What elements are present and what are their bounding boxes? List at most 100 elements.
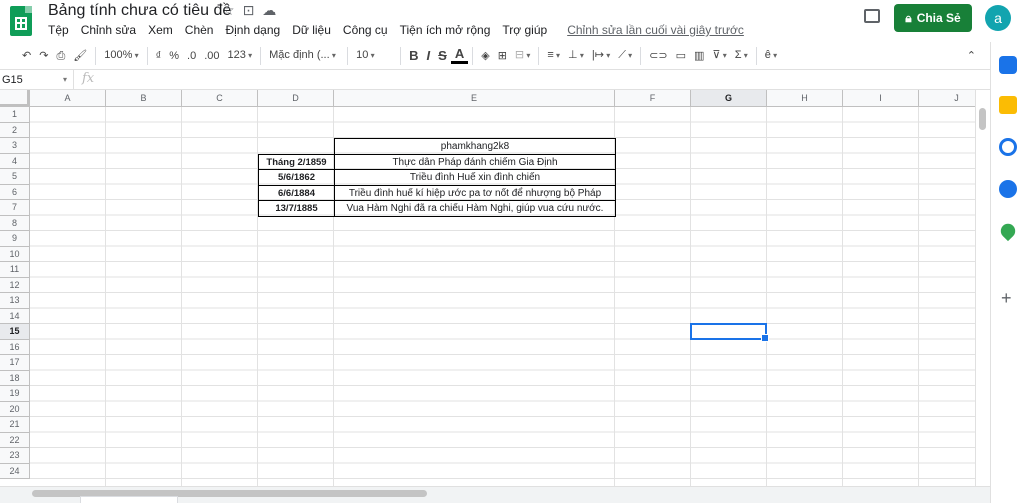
text-rotation-icon[interactable]: ⟋ (614, 45, 636, 66)
document-title[interactable]: Bảng tính chưa có tiêu đề (48, 2, 231, 20)
row-header-21[interactable]: 21 (0, 417, 30, 433)
menu-item[interactable]: Tiện ích mở rộng (394, 22, 497, 38)
font-size-select[interactable]: 10 (352, 45, 396, 66)
column-header-d[interactable]: D (258, 90, 334, 107)
menu-item[interactable]: Chèn (179, 22, 220, 38)
menu-item[interactable]: Dữ liệu (286, 22, 337, 38)
bold-button[interactable]: B (405, 46, 422, 66)
row-header-13[interactable]: 13 (0, 293, 30, 309)
row-header-8[interactable]: 8 (0, 215, 30, 231)
cloud-status-icon[interactable]: ☁ (262, 2, 276, 19)
row-header-16[interactable]: 16 (0, 339, 30, 355)
cell-d7[interactable]: 13/7/1885 (258, 200, 335, 217)
menu-item[interactable]: Xem (142, 22, 179, 38)
maps-icon[interactable] (997, 220, 1019, 242)
insert-chart-icon[interactable]: ▥ (690, 46, 708, 66)
keep-icon[interactable] (999, 96, 1017, 114)
row-header-2[interactable]: 2 (0, 122, 30, 138)
row-header-14[interactable]: 14 (0, 308, 30, 324)
cell-e3[interactable]: phamkhang2k8 (334, 138, 616, 155)
insert-comment-icon[interactable]: ▭ (672, 46, 690, 66)
cell-e5[interactable]: Triều đình Huế xin đình chiến (334, 169, 616, 186)
filter-icon[interactable]: ⊽ (708, 45, 730, 66)
input-tools-icon[interactable]: ê (761, 45, 781, 66)
row-header-6[interactable]: 6 (0, 184, 30, 200)
row-header-19[interactable]: 19 (0, 386, 30, 402)
undo-icon[interactable]: ↶ (18, 46, 35, 66)
redo-icon[interactable]: ↷ (35, 46, 52, 66)
percent-format-button[interactable]: % (165, 46, 183, 66)
row-header-18[interactable]: 18 (0, 370, 30, 386)
menu-item[interactable]: Định dạng (219, 22, 286, 38)
text-wrap-icon[interactable]: |↦ (588, 45, 614, 66)
column-header-g[interactable]: G (691, 90, 767, 107)
row-header-5[interactable]: 5 (0, 169, 30, 185)
zoom-select[interactable]: 100% (100, 45, 142, 66)
row-header-17[interactable]: 17 (0, 355, 30, 371)
cell-e6[interactable]: Triều đình huế kí hiệp ước pa tơ nốt để … (334, 184, 616, 201)
spreadsheet-grid[interactable]: A B C D E F G H I J 1 2 3 4 5 6 7 8 9 10 11 12 13 14 15 16 17 18 19 2… (0, 90, 975, 486)
collapse-menu-icon[interactable]: ⌃ (963, 46, 980, 66)
row-header-15[interactable]: 15 (0, 324, 30, 340)
sheet-tab[interactable] (80, 496, 178, 503)
column-header-a[interactable]: A (30, 90, 106, 107)
cell-d4[interactable]: Tháng 2/1859 (258, 153, 335, 170)
row-header-22[interactable]: 22 (0, 432, 30, 448)
vertical-align-icon[interactable]: ⊥ (564, 45, 588, 66)
row-header-20[interactable]: 20 (0, 401, 30, 417)
column-header-e[interactable]: E (334, 90, 615, 107)
column-header-h[interactable]: H (767, 90, 843, 107)
row-header-9[interactable]: 9 (0, 231, 30, 247)
move-folder-icon[interactable]: ⊡ (243, 2, 255, 19)
decrease-decimal-button[interactable]: .0 (183, 46, 200, 66)
horizontal-align-icon[interactable]: ≡ (543, 45, 564, 66)
last-edit-link[interactable]: Chỉnh sửa lần cuối vài giây trước (561, 22, 750, 38)
comment-history-icon[interactable] (864, 9, 880, 23)
functions-icon[interactable]: Σ (731, 45, 752, 66)
vertical-scroll-thumb[interactable] (979, 108, 986, 130)
menu-item[interactable]: Công cụ (337, 22, 394, 38)
vertical-scrollbar[interactable] (975, 90, 990, 486)
insert-link-icon[interactable]: ⊂⊃ (645, 46, 671, 66)
name-box[interactable]: G15 (0, 70, 74, 90)
text-color-button[interactable]: A (450, 47, 469, 64)
star-icon[interactable]: ☆ (222, 2, 235, 19)
contacts-icon[interactable] (999, 180, 1017, 198)
increase-decimal-button[interactable]: .00 (200, 46, 223, 66)
row-header-24[interactable]: 24 (0, 463, 30, 479)
merge-cells-icon[interactable]: ⊟ (511, 45, 534, 66)
menu-item[interactable]: Trợ giúp (496, 22, 553, 38)
sheets-logo-icon[interactable] (10, 6, 32, 36)
row-header-3[interactable]: 3 (0, 138, 30, 154)
column-header-i[interactable]: I (843, 90, 919, 107)
row-header-11[interactable]: 11 (0, 262, 30, 278)
cell-d5[interactable]: 5/6/1862 (258, 169, 335, 186)
cell-d6[interactable]: 6/6/1884 (258, 184, 335, 201)
column-header-f[interactable]: F (615, 90, 691, 107)
strikethrough-button[interactable]: S (434, 46, 451, 66)
row-header-1[interactable]: 1 (0, 107, 30, 123)
row-header-12[interactable]: 12 (0, 277, 30, 293)
active-cell-selection[interactable] (690, 323, 769, 341)
column-header-b[interactable]: B (106, 90, 182, 107)
avatar[interactable]: a (985, 5, 1011, 31)
cell-e4[interactable]: Thực dân Pháp đánh chiếm Gia Định (334, 153, 616, 170)
row-header-4[interactable]: 4 (0, 153, 30, 169)
menu-item[interactable]: Tệp (42, 22, 75, 38)
currency-format-button[interactable]: ₫ (152, 46, 166, 66)
font-select[interactable]: Mặc định (... (265, 45, 343, 66)
borders-icon[interactable]: ⊞ (494, 46, 511, 66)
row-header-7[interactable]: 7 (0, 200, 30, 216)
add-addon-icon[interactable]: + (1001, 288, 1012, 309)
share-button[interactable]: 🔒︎ Chia Sẻ (894, 4, 972, 32)
column-header-c[interactable]: C (182, 90, 258, 107)
select-all-corner[interactable] (0, 90, 30, 107)
fill-color-icon[interactable]: ◈ (477, 46, 493, 66)
cell-e7[interactable]: Vua Hàm Nghi đã ra chiếu Hàm Nghi, giúp … (334, 200, 616, 217)
row-header-10[interactable]: 10 (0, 246, 30, 262)
italic-button[interactable]: I (423, 46, 435, 66)
row-header-23[interactable]: 23 (0, 448, 30, 464)
print-icon[interactable]: ⎙ (52, 46, 69, 66)
paint-format-icon[interactable]: 🖌︎ (69, 46, 91, 66)
menu-item[interactable]: Chỉnh sửa (75, 22, 142, 38)
